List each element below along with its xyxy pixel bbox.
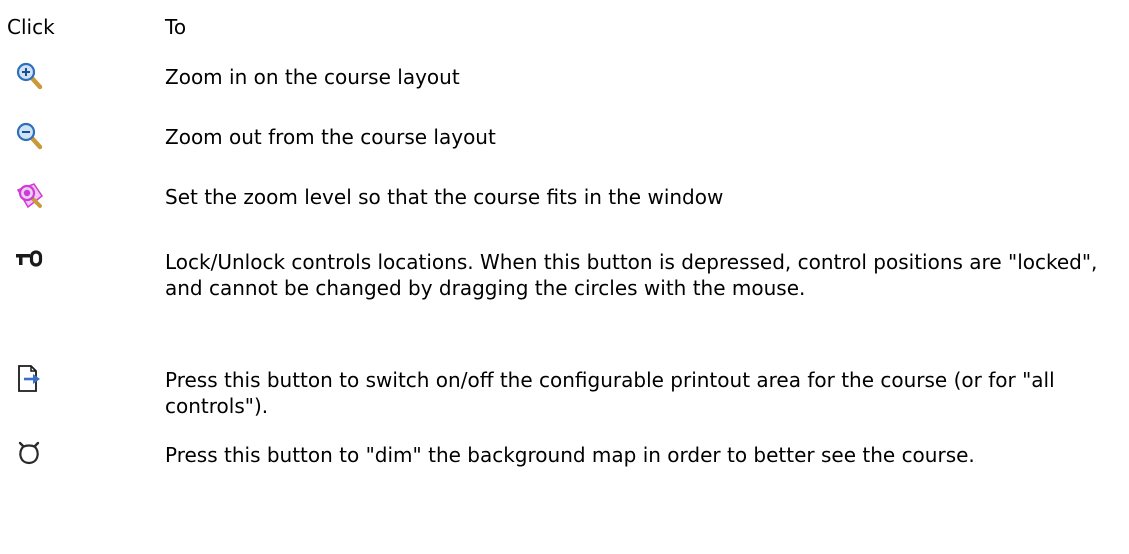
table-header: Click To <box>0 12 1129 42</box>
row-description: Zoom out from the course layout <box>165 125 496 149</box>
row-description: Press this button to "dim" the backgroun… <box>165 443 975 467</box>
zoom-in-icon[interactable] <box>14 60 46 92</box>
zoom-out-icon[interactable] <box>14 120 46 152</box>
column-header-click: Click <box>7 15 55 39</box>
lock-controls-icon[interactable] <box>14 245 46 277</box>
row-description: Zoom in on the course layout <box>165 65 460 89</box>
row-description: Press this button to switch on/off the c… <box>165 368 1055 418</box>
column-header-to: To <box>165 15 187 39</box>
dim-map-icon[interactable] <box>14 438 46 470</box>
printout-area-icon[interactable] <box>14 363 46 395</box>
row-description: Lock/Unlock controls locations. When thi… <box>165 250 1098 300</box>
row-description: Set the zoom level so that the course fi… <box>165 185 724 209</box>
zoom-fit-icon[interactable] <box>14 180 46 212</box>
